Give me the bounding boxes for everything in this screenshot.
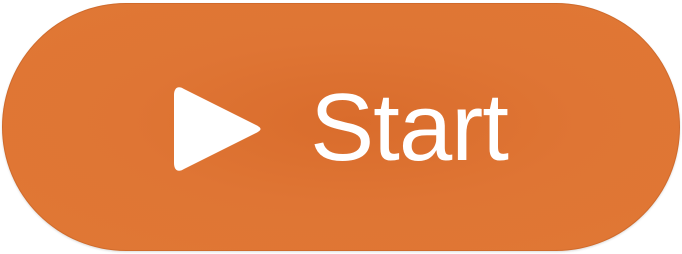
start-button[interactable]: Start: [2, 3, 680, 251]
start-label: Start: [310, 74, 509, 181]
stage: Start: [0, 0, 682, 254]
play-icon: [174, 83, 262, 175]
